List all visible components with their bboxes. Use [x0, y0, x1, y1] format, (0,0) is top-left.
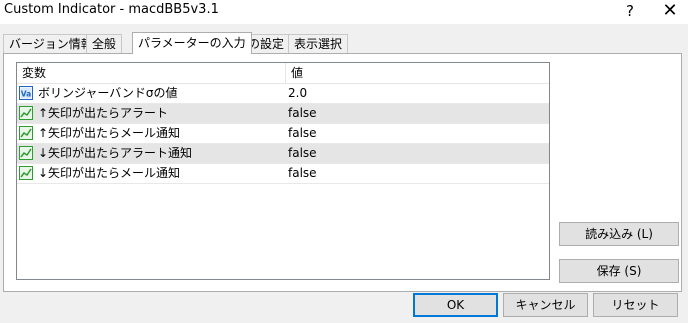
parameter-name: ボリンジャーバンドσの値	[38, 86, 178, 100]
save-button[interactable]: 保存 (S)	[559, 259, 679, 283]
cancel-button[interactable]: キャンセル	[503, 293, 588, 317]
parameter-name: ↑矢印が出たらアラート	[38, 106, 169, 120]
load-button[interactable]: 読み込み (L)	[559, 222, 679, 246]
parameter-value[interactable]: false	[288, 104, 317, 123]
parameters-list[interactable]: 変数 値 Va ボリンジャーバンドσの値 2.0 ↑矢印が出たらアラート fal	[16, 62, 550, 280]
table-row[interactable]: Va ボリンジャーバンドσの値 2.0	[17, 84, 549, 104]
list-header: 変数 値	[17, 63, 549, 84]
tab-input-parameters[interactable]: パラメーターの入力	[132, 32, 252, 54]
help-button[interactable]: ?	[610, 0, 650, 22]
parameter-value[interactable]: false	[288, 144, 317, 163]
value-icon: Va	[19, 86, 33, 100]
parameter-value[interactable]: 2.0	[288, 84, 307, 103]
dialog-body: バージョン情報 全般 パラメーターの入力 色の設定 表示選択 変数 値 Va ボ…	[0, 24, 688, 323]
table-row[interactable]: ↑矢印が出たらアラート false	[17, 104, 549, 124]
svg-text:Va: Va	[21, 90, 31, 99]
table-row[interactable]: ↓矢印が出たらアラート通知 false	[17, 144, 549, 164]
chart-icon	[19, 166, 33, 180]
chart-icon	[19, 126, 33, 140]
table-row[interactable]: ↓矢印が出たらメール通知 false	[17, 164, 549, 184]
chart-icon	[19, 146, 33, 160]
tab-version-info[interactable]: バージョン情報	[3, 34, 99, 53]
parameter-name: ↓矢印が出たらアラート通知	[38, 146, 193, 160]
ok-button[interactable]: OK	[413, 293, 498, 317]
reset-button[interactable]: リセット	[593, 293, 678, 317]
parameter-name: ↓矢印が出たらメール通知	[38, 166, 181, 180]
parameter-value[interactable]: false	[288, 164, 317, 183]
column-header-value[interactable]: 値	[285, 63, 549, 83]
table-row[interactable]: ↑矢印が出たらメール通知 false	[17, 124, 549, 144]
title-bar: Custom Indicator - macdBB5v3.1 ? ✕	[0, 0, 688, 24]
close-button[interactable]: ✕	[650, 0, 688, 22]
parameters-panel: 変数 値 Va ボリンジャーバンドσの値 2.0 ↑矢印が出たらアラート fal	[3, 53, 682, 292]
parameter-name: ↑矢印が出たらメール通知	[38, 126, 181, 140]
tab-general[interactable]: 全般	[86, 34, 123, 53]
parameter-value[interactable]: false	[288, 124, 317, 143]
window-title: Custom Indicator - macdBB5v3.1	[4, 2, 219, 17]
tab-visualization[interactable]: 表示選択	[288, 34, 349, 53]
column-header-variable[interactable]: 変数	[17, 63, 284, 83]
chart-icon	[19, 106, 33, 120]
